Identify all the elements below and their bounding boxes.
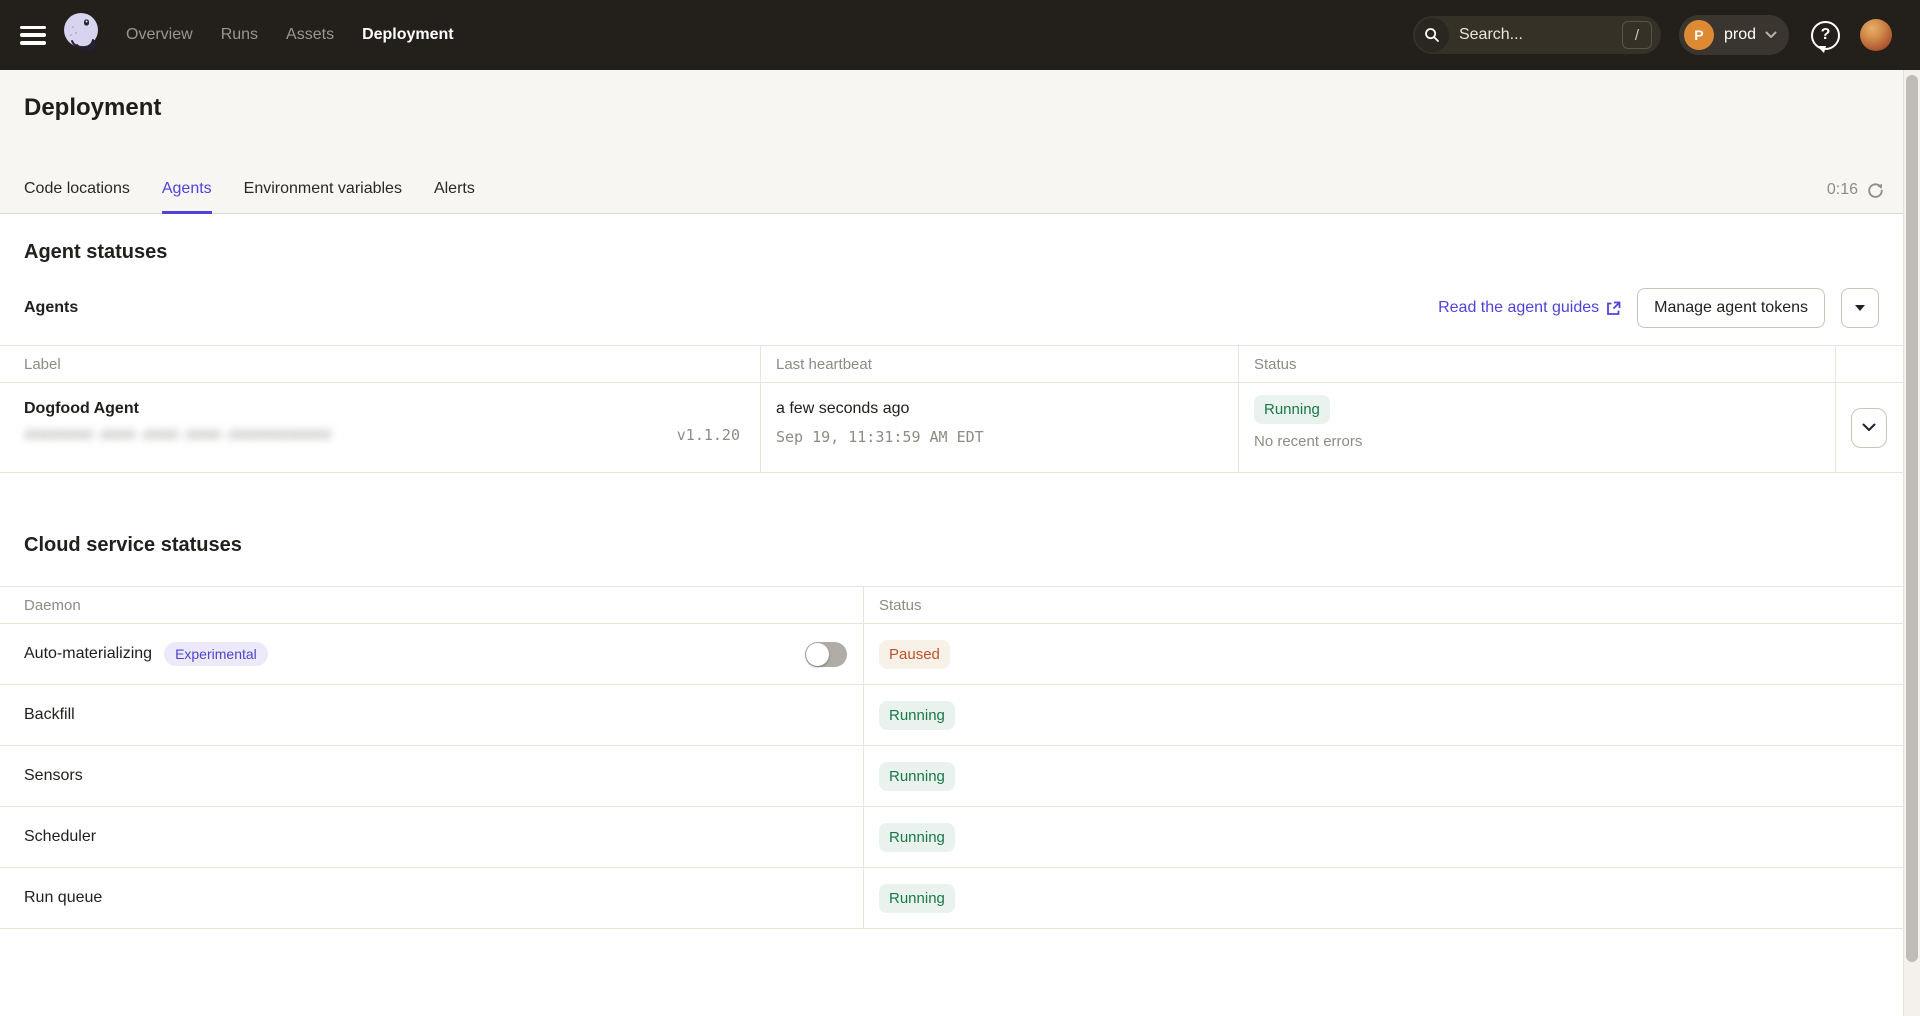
agent-expand-cell bbox=[1835, 383, 1903, 472]
nav-item-overview[interactable]: Overview bbox=[126, 26, 193, 44]
agent-heartbeat-cell: a few seconds ago Sep 19, 11:31:59 AM ED… bbox=[760, 383, 1238, 472]
org-avatar: P bbox=[1684, 20, 1714, 50]
refresh-icon[interactable] bbox=[1867, 182, 1884, 199]
daemon-row-backfill: Backfill Running bbox=[0, 685, 1903, 746]
nav-item-assets[interactable]: Assets bbox=[286, 26, 334, 44]
daemon-cell: Backfill bbox=[0, 685, 863, 745]
daemon-name: Run queue bbox=[24, 889, 102, 907]
heartbeat-absolute: Sep 19, 11:31:59 AM EDT bbox=[776, 428, 1222, 446]
org-name: prod bbox=[1724, 26, 1756, 44]
top-nav: Overview Runs Assets Deployment / P prod… bbox=[0, 0, 1920, 70]
daemon-status-cell: Running bbox=[863, 746, 1903, 806]
refresh-countdown: 0:16 bbox=[1827, 181, 1884, 199]
agent-guides-link[interactable]: Read the agent guides bbox=[1438, 299, 1621, 317]
agent-errors-text: No recent errors bbox=[1254, 433, 1819, 450]
tab-bar: Code locations Agents Environment variab… bbox=[24, 170, 475, 214]
agent-label-cell: Dogfood Agent ########-####-####-####-##… bbox=[0, 383, 760, 472]
agent-version: v1.1.20 bbox=[677, 426, 740, 444]
agents-actions: Read the agent guides Manage agent token… bbox=[1438, 288, 1879, 328]
agent-row: Dogfood Agent ########-####-####-####-##… bbox=[0, 383, 1903, 473]
tokens-menu-button[interactable] bbox=[1841, 288, 1879, 328]
status-badge: Running bbox=[879, 823, 955, 852]
daemon-name: Auto-materializing bbox=[24, 645, 152, 663]
manage-agent-tokens-button[interactable]: Manage agent tokens bbox=[1637, 288, 1825, 328]
daemon-row-scheduler: Scheduler Running bbox=[0, 807, 1903, 868]
daemon-status-cell: Running bbox=[863, 868, 1903, 928]
search-box[interactable]: / bbox=[1413, 16, 1661, 54]
agents-table-header: Label Last heartbeat Status bbox=[0, 345, 1903, 383]
dagster-logo-icon[interactable] bbox=[60, 11, 102, 59]
nav-right-cluster: / P prod ? bbox=[1413, 15, 1892, 55]
cloud-service-statuses-heading: Cloud service statuses bbox=[24, 531, 1879, 559]
col-actions bbox=[1835, 346, 1903, 382]
daemon-name: Scheduler bbox=[24, 828, 96, 846]
col-label: Label bbox=[0, 346, 760, 382]
help-icon[interactable]: ? bbox=[1811, 21, 1840, 50]
chevron-down-icon bbox=[1765, 31, 1777, 39]
agent-statuses-heading: Agent statuses bbox=[24, 238, 1879, 266]
status-badge: Running bbox=[879, 762, 955, 791]
agent-guides-link-label: Read the agent guides bbox=[1438, 299, 1599, 317]
col-last-heartbeat: Last heartbeat bbox=[760, 346, 1238, 382]
status-badge: Paused bbox=[879, 640, 950, 669]
page-title: Deployment bbox=[24, 94, 161, 122]
tab-code-locations[interactable]: Code locations bbox=[24, 170, 130, 214]
agent-name: Dogfood Agent bbox=[24, 397, 740, 421]
tab-agents[interactable]: Agents bbox=[162, 170, 212, 214]
agent-status-cell: Running No recent errors bbox=[1238, 383, 1835, 472]
agents-toolbar: Agents Read the agent guides Manage agen… bbox=[24, 286, 1879, 330]
chevron-down-icon bbox=[1862, 423, 1876, 432]
daemon-row-auto-materializing: Auto-materializing Experimental Paused bbox=[0, 624, 1903, 685]
status-badge: Running bbox=[879, 884, 955, 913]
caret-down-icon bbox=[1855, 305, 1865, 311]
nav-item-deployment[interactable]: Deployment bbox=[362, 26, 454, 44]
col-status: Status bbox=[863, 587, 1903, 623]
daemon-row-sensors: Sensors Running bbox=[0, 746, 1903, 807]
menu-icon[interactable] bbox=[20, 26, 46, 45]
daemon-row-run-queue: Run queue Running bbox=[0, 868, 1903, 929]
daemon-cell: Auto-materializing Experimental bbox=[0, 624, 863, 684]
search-input[interactable] bbox=[1459, 26, 1589, 44]
agents-list-heading: Agents bbox=[24, 299, 78, 317]
cloud-services-table: Daemon Status Auto-materializing Experim… bbox=[0, 586, 1903, 929]
auto-materializing-toggle[interactable] bbox=[805, 642, 847, 667]
status-badge: Running bbox=[879, 701, 955, 730]
daemon-cell: Sensors bbox=[0, 746, 863, 806]
countdown-value: 0:16 bbox=[1827, 181, 1858, 199]
search-icon bbox=[1415, 18, 1449, 52]
main-content: Agent statuses Agents Read the agent gui… bbox=[0, 214, 1903, 929]
primary-nav: Overview Runs Assets Deployment bbox=[126, 26, 454, 44]
scrollbar-thumb[interactable] bbox=[1906, 75, 1918, 962]
external-link-icon bbox=[1606, 301, 1621, 316]
scrollbar-track[interactable] bbox=[1903, 70, 1920, 1016]
org-switcher[interactable]: P prod bbox=[1679, 15, 1789, 55]
daemon-cell: Scheduler bbox=[0, 807, 863, 867]
daemon-name: Backfill bbox=[24, 706, 75, 724]
daemon-cell: Run queue bbox=[0, 868, 863, 928]
daemon-status-cell: Running bbox=[863, 807, 1903, 867]
heartbeat-relative: a few seconds ago bbox=[776, 397, 1222, 421]
daemon-name: Sensors bbox=[24, 767, 83, 785]
tab-alerts[interactable]: Alerts bbox=[434, 170, 475, 214]
agent-status-badge: Running bbox=[1254, 395, 1330, 424]
user-avatar[interactable] bbox=[1860, 19, 1892, 51]
page-header: Deployment Code locations Agents Environ… bbox=[0, 70, 1920, 214]
daemon-status-cell: Running bbox=[863, 685, 1903, 745]
toggle-knob bbox=[806, 643, 829, 666]
cloud-table-header: Daemon Status bbox=[0, 586, 1903, 624]
nav-item-runs[interactable]: Runs bbox=[221, 26, 258, 44]
agents-table: Label Last heartbeat Status Dogfood Agen… bbox=[0, 345, 1903, 473]
search-shortcut-key: / bbox=[1622, 21, 1652, 49]
daemon-status-cell: Paused bbox=[863, 624, 1903, 684]
experimental-badge: Experimental bbox=[164, 642, 268, 666]
col-status: Status bbox=[1238, 346, 1835, 382]
col-daemon: Daemon bbox=[0, 587, 863, 623]
agent-id-redacted: ########-####-####-####-############ bbox=[24, 426, 331, 444]
expand-agent-button[interactable] bbox=[1851, 408, 1887, 448]
tab-environment-variables[interactable]: Environment variables bbox=[244, 170, 402, 214]
